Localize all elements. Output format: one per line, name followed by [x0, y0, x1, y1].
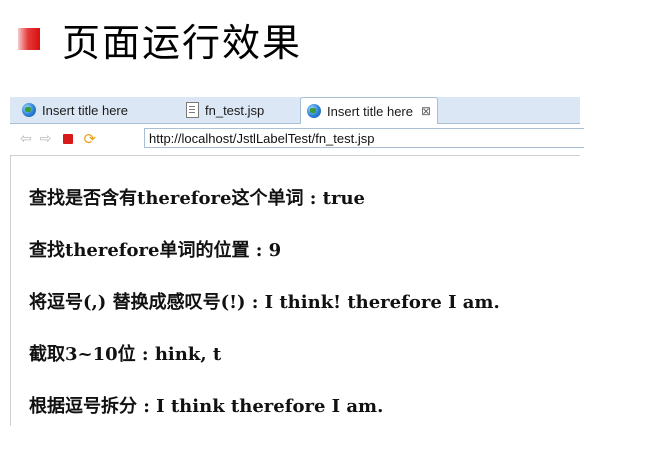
browser-window: Insert title here fn_test.jsp Insert tit… [10, 97, 584, 427]
result-line-contains: 查找是否含有therefore这个单词 : true [29, 188, 365, 209]
bullet-square-icon [18, 28, 40, 50]
globe-icon [307, 104, 321, 118]
result-line-index: 查找therefore单词的位置 : 9 [29, 240, 282, 261]
tab-label: Insert title here [327, 103, 413, 119]
address-bar[interactable]: http://localhost/JstlLabelTest/fn_test.j… [144, 128, 584, 148]
back-arrow-icon[interactable]: ⇦ [20, 131, 32, 147]
tab-label: fn_test.jsp [205, 102, 265, 118]
jsp-file-icon [186, 102, 199, 118]
result-line-replace: 将逗号(,) 替换成感叹号(!) : I think! therefore I … [29, 292, 500, 313]
result-line-split: 根据逗号拆分 : I think therefore I am. [29, 396, 384, 417]
refresh-icon[interactable]: ⟳ [83, 130, 96, 148]
result-line-substring: 截取3~10位 : hink, t [29, 344, 222, 365]
slide-heading: 页面运行效果 [18, 14, 303, 65]
tab-insert-title-1[interactable]: Insert title here [16, 97, 128, 123]
tab-insert-title-active[interactable]: Insert title here ⊠ [300, 97, 439, 124]
browser-toolbar: ⇦ ⇨ ⟳ http://localhost/JstlLabelTest/fn_… [10, 124, 584, 154]
tab-fn-test-jsp[interactable]: fn_test.jsp [180, 97, 264, 123]
forward-arrow-icon[interactable]: ⇨ [40, 131, 52, 147]
slide-title: 页面运行效果 [62, 20, 303, 65]
stop-icon[interactable] [63, 134, 74, 144]
page-content: 查找是否含有therefore这个单词 : true 查找therefore单词… [10, 156, 581, 426]
tab-label: Insert title here [42, 102, 128, 118]
close-tab-icon[interactable]: ⊠ [421, 104, 431, 118]
tab-bar: Insert title here fn_test.jsp Insert tit… [10, 97, 580, 124]
globe-icon [22, 103, 36, 117]
